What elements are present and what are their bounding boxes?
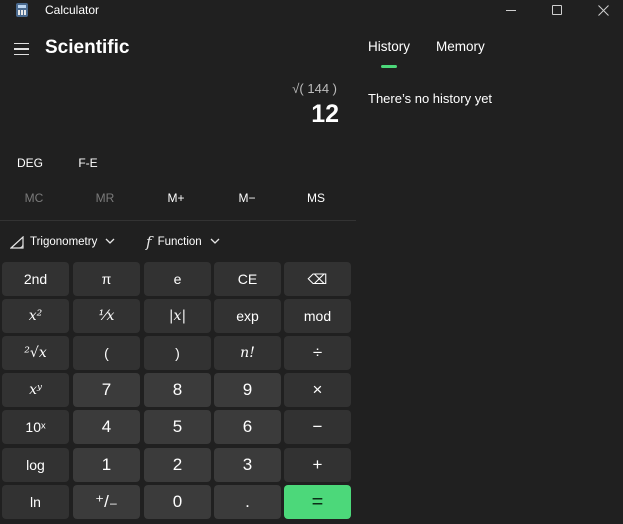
digit-7-button[interactable]: 7 [73, 373, 140, 407]
trigonometry-dropdown[interactable]: Trigonometry [10, 229, 115, 255]
active-tab-indicator [381, 65, 397, 68]
backspace-button[interactable]: ⌫ [284, 262, 351, 296]
digit-0-button[interactable]: 0 [144, 485, 211, 519]
tab-history[interactable]: History [368, 39, 410, 54]
euler-button[interactable]: e [144, 262, 211, 296]
plus-icon: + [312, 455, 323, 474]
equals-icon: = [311, 490, 324, 513]
close-icon [597, 4, 609, 16]
log-button[interactable]: log [2, 448, 69, 482]
subtract-button[interactable]: − [284, 410, 351, 444]
multiply-button[interactable]: × [284, 373, 351, 407]
memory-row: MC MR M+ M− MS [0, 185, 356, 211]
divide-button[interactable]: ÷ [284, 336, 351, 370]
memory-add-button[interactable]: M+ [142, 185, 210, 211]
digit-4-button[interactable]: 4 [73, 410, 140, 444]
reciprocal-button[interactable]: ⅟x [73, 299, 140, 333]
maximize-button[interactable] [534, 0, 580, 20]
equals-button[interactable]: = [284, 485, 351, 519]
title-bar: Calculator [0, 0, 623, 20]
digit-3-button[interactable]: 3 [214, 448, 281, 482]
ten-power-button[interactable]: 10ˣ [2, 410, 69, 444]
maximize-icon [552, 5, 562, 15]
navigation-menu-button[interactable] [8, 36, 34, 62]
close-parenthesis-button[interactable]: ) [144, 336, 211, 370]
function-label: Function [157, 236, 202, 248]
mode-toggles: DEG F-E [0, 150, 356, 176]
exp-button[interactable]: exp [214, 299, 281, 333]
multiply-icon: × [312, 380, 323, 399]
memory-subtract-button[interactable]: M− [213, 185, 281, 211]
pi-button[interactable]: π [73, 262, 140, 296]
digit-1-button[interactable]: 1 [73, 448, 140, 482]
divide-icon: ÷ [312, 343, 323, 362]
digit-9-button[interactable]: 9 [214, 373, 281, 407]
memory-store-button[interactable]: MS [282, 185, 350, 211]
factorial-button[interactable]: n! [214, 336, 281, 370]
backspace-icon: ⌫ [307, 270, 328, 287]
fe-notation-button[interactable]: F-E [58, 150, 118, 176]
memory-clear-button[interactable]: MC [0, 185, 68, 211]
square-root-button[interactable]: ²√x [2, 336, 69, 370]
chevron-down-icon [105, 237, 115, 247]
calculator-app-icon [16, 3, 28, 17]
digit-5-button[interactable]: 5 [144, 410, 211, 444]
triangle-ruler-icon [10, 235, 24, 249]
decimal-point-button[interactable]: . [214, 485, 281, 519]
divider [0, 220, 356, 221]
mod-button[interactable]: mod [284, 299, 351, 333]
chevron-down-icon [210, 237, 220, 247]
keypad: 2nd π e CE ⌫ x² ⅟x |x| exp mod ²√x ( ) n… [2, 262, 352, 522]
negate-button[interactable]: ⁺/₋ [73, 485, 140, 519]
function-dropdown[interactable]: f Function [146, 229, 220, 255]
tab-memory[interactable]: Memory [436, 39, 485, 54]
angle-unit-button[interactable]: DEG [0, 150, 60, 176]
hamburger-icon [13, 42, 29, 45]
function-dropdowns: Trigonometry f Function [0, 229, 356, 255]
natural-log-button[interactable]: ln [2, 485, 69, 519]
minus-icon: − [312, 417, 323, 436]
open-parenthesis-button[interactable]: ( [73, 336, 140, 370]
power-button[interactable]: xʸ [2, 373, 69, 407]
memory-recall-button[interactable]: MR [71, 185, 139, 211]
function-f-icon: f [146, 233, 152, 251]
close-button[interactable] [580, 0, 623, 20]
second-function-button[interactable]: 2nd [2, 262, 69, 296]
window-title: Calculator [45, 3, 100, 17]
trigonometry-label: Trigonometry [30, 236, 98, 248]
digit-6-button[interactable]: 6 [214, 410, 281, 444]
digit-8-button[interactable]: 8 [144, 373, 211, 407]
result-display: 12 [311, 100, 339, 128]
page-title: Scientific [45, 37, 130, 58]
minimize-button[interactable] [488, 0, 534, 20]
history-empty-message: There’s no history yet [368, 91, 493, 106]
add-button[interactable]: + [284, 448, 351, 482]
square-button[interactable]: x² [2, 299, 69, 333]
clear-entry-button[interactable]: CE [214, 262, 281, 296]
absolute-value-button[interactable]: |x| [144, 299, 211, 333]
expression-display: √( 144 ) [292, 81, 337, 96]
minimize-icon [506, 9, 516, 11]
digit-2-button[interactable]: 2 [144, 448, 211, 482]
